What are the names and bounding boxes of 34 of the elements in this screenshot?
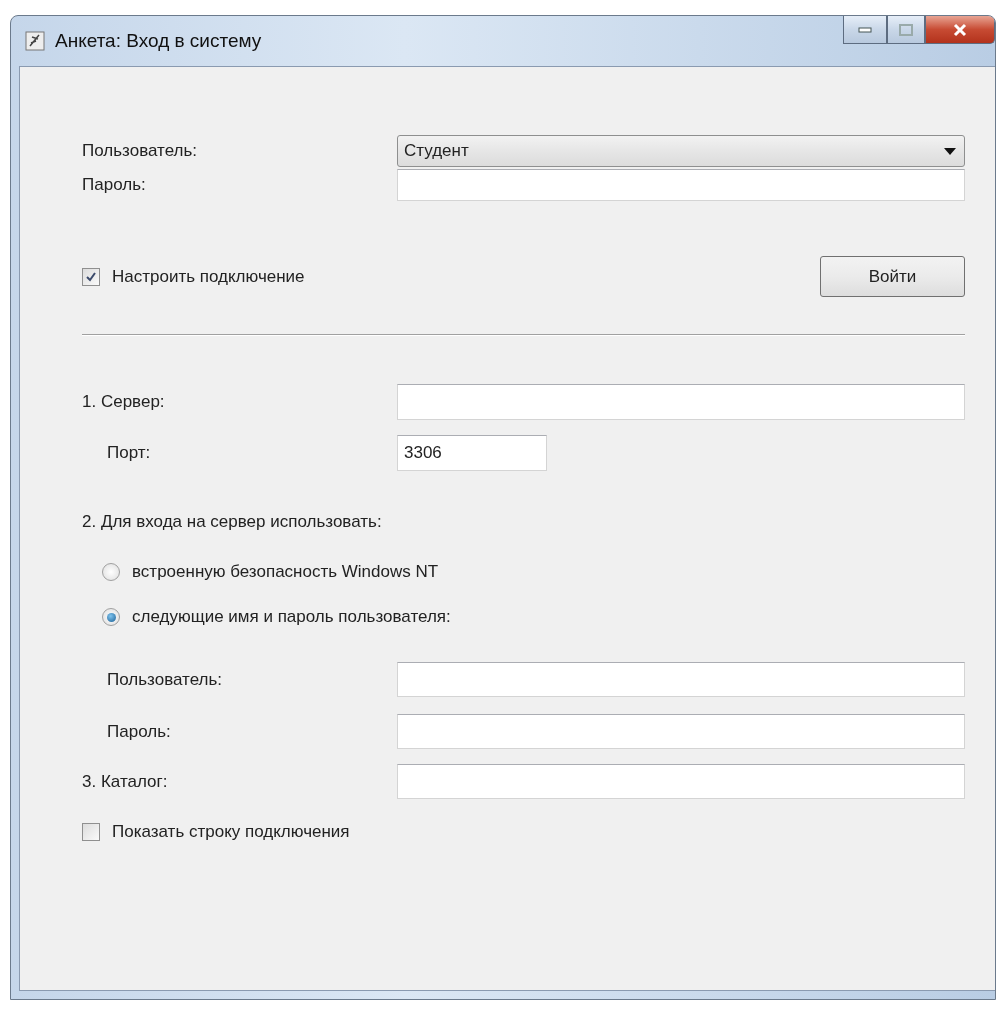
section-label: 2. Для входа на сервер использовать:	[82, 512, 382, 532]
checkbox[interactable]	[82, 823, 100, 841]
checkbox[interactable]	[82, 267, 100, 286]
field-label: Пользователь:	[106, 669, 223, 690]
checkbox-label: Настроить подключение	[112, 266, 305, 287]
username-field[interactable]	[397, 662, 965, 697]
password-field[interactable]	[397, 169, 965, 201]
radio-button[interactable]	[102, 563, 120, 581]
window-title: Анкета: Вход в систему	[55, 30, 263, 52]
dropdown-arrow-icon	[944, 147, 956, 155]
maximize-icon	[899, 23, 913, 36]
close-button[interactable]	[925, 16, 995, 44]
radio-label: встроенную безопасность Windows NT	[132, 562, 439, 582]
close-icon	[952, 22, 968, 37]
field-label: 1. Сервер:	[82, 392, 165, 412]
radio-button[interactable]	[102, 608, 120, 626]
password-field[interactable]	[397, 714, 965, 749]
login-button[interactable]: Войти	[820, 256, 965, 297]
minimize-button[interactable]	[843, 16, 887, 44]
minimize-icon	[858, 26, 872, 33]
app-icon	[25, 31, 45, 51]
port-field[interactable]: 3306	[397, 435, 547, 471]
catalog-field[interactable]	[397, 764, 965, 799]
server-field[interactable]	[397, 384, 965, 420]
user-dropdown[interactable]: Студент	[397, 135, 965, 167]
field-label: 3. Каталог:	[82, 771, 168, 792]
maximize-button[interactable]	[887, 16, 925, 44]
field-label: Пароль:	[82, 175, 146, 195]
field-label: Порт:	[106, 443, 151, 463]
field-label: Пользователь:	[82, 141, 198, 161]
checkmark-icon	[85, 270, 97, 283]
field-label: Пароль:	[106, 721, 171, 742]
radio-label: следующие имя и пароль пользователя:	[132, 607, 451, 627]
checkbox-label: Показать строку подключения	[112, 822, 350, 842]
